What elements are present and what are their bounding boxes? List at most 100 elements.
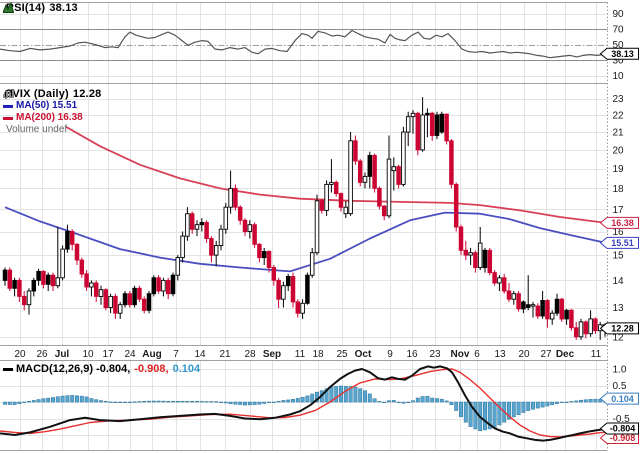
- macd-histogram-bar: [463, 401, 468, 423]
- macd-histogram-bar: [559, 401, 564, 403]
- candle-body: [31, 279, 37, 292]
- date-axis-label: 9: [387, 349, 393, 360]
- candle-body: [151, 277, 157, 295]
- macd-histogram-bar: [583, 399, 588, 403]
- candle-body: [257, 243, 262, 259]
- macd-histogram-bar: [545, 401, 550, 407]
- candle-body: [391, 166, 397, 172]
- macd-histogram-bar: [401, 401, 406, 404]
- macd-histogram-bar: [41, 398, 46, 403]
- candle-body: [108, 295, 113, 308]
- macd-histogram-bar: [190, 401, 195, 403]
- candle-body: [204, 222, 209, 239]
- candle-body: [17, 279, 22, 297]
- candle-body: [593, 318, 598, 332]
- candle-body: [434, 114, 440, 136]
- candle-body: [444, 113, 449, 142]
- macd-histogram-bar: [223, 401, 228, 404]
- macd-histogram-bar: [103, 401, 108, 403]
- date-axis-label: 24: [124, 349, 136, 360]
- macd-histogram-bar: [84, 396, 89, 403]
- candle-body: [329, 181, 334, 185]
- candle-body: [281, 285, 286, 300]
- macd-histogram-bar: [147, 400, 151, 403]
- candle-body: [521, 301, 526, 310]
- macd-histogram-bar: [3, 401, 7, 405]
- date-axis-label: 17: [102, 349, 114, 360]
- macd-histogram-bar: [27, 401, 31, 403]
- macd-histogram-bar: [70, 395, 75, 403]
- value-bubble-text: -0.908: [610, 433, 636, 443]
- candle-body: [386, 158, 392, 217]
- macd-histogram-bar: [377, 401, 382, 403]
- candle-body: [554, 298, 560, 314]
- rsi-axis-label: 10: [613, 71, 625, 82]
- candle-body: [36, 270, 41, 281]
- date-axis-label: 13: [494, 349, 506, 360]
- macd-histogram-bar: [521, 401, 526, 413]
- macd-histogram-bar: [425, 395, 430, 403]
- price-axis-label: 23: [613, 94, 625, 105]
- candle-body: [372, 154, 377, 189]
- macd-histogram-bar: [295, 398, 300, 403]
- macd-histogram-bar: [60, 395, 65, 403]
- macd-histogram-bar: [305, 395, 310, 403]
- date-axis-label: 25: [336, 349, 348, 360]
- candle-body: [367, 154, 373, 177]
- macd-histogram-bar: [420, 396, 425, 403]
- macd-histogram-bar: [46, 397, 51, 403]
- macd-histogram-bar: [439, 398, 444, 403]
- macd-histogram-bar: [334, 386, 339, 403]
- candle-body: [137, 287, 142, 300]
- candle-body: [482, 249, 488, 269]
- date-axis-label: 10: [82, 349, 94, 360]
- macd-axis-label: 1.0: [613, 365, 627, 376]
- candle-body: [65, 231, 70, 250]
- macd-histogram-bar: [262, 401, 267, 404]
- candle-body: [84, 273, 89, 288]
- date-axis-label: 20: [518, 349, 530, 360]
- macd-histogram-bar: [175, 401, 180, 403]
- macd-histogram-bar: [108, 401, 113, 403]
- candle-body: [242, 219, 248, 233]
- macd-histogram-bar: [199, 401, 204, 403]
- macd-histogram-bar: [195, 401, 199, 403]
- candle-body: [194, 224, 200, 230]
- macd-histogram-bar: [94, 399, 99, 403]
- candle-body: [569, 309, 574, 329]
- macd-histogram-bar: [540, 401, 545, 408]
- date-axis-label: 11: [591, 349, 602, 360]
- value-bubble-text: 16.38: [611, 218, 634, 228]
- candle-body: [487, 249, 493, 274]
- rsi-axis-label: 70: [613, 25, 625, 36]
- candle-body: [12, 279, 17, 289]
- macd-histogram-bar: [17, 401, 22, 404]
- macd-histogram-bar: [473, 401, 478, 430]
- macd-histogram-bar: [459, 401, 463, 418]
- candle-body: [180, 235, 185, 259]
- candle-body: [353, 140, 358, 162]
- macd-histogram-bar: [569, 401, 574, 403]
- macd-histogram-bar: [228, 401, 233, 404]
- candle-body: [141, 298, 147, 311]
- candle-body: [506, 290, 512, 300]
- candle-body: [357, 160, 363, 183]
- candle-body: [439, 113, 445, 133]
- macd-histogram-bar: [166, 401, 171, 403]
- candle-body: [314, 200, 320, 254]
- candle-body: [185, 213, 190, 237]
- value-bubble-text: 0.104: [611, 394, 634, 404]
- candle-body: [175, 257, 181, 276]
- price-axis-label: 20: [613, 145, 625, 156]
- price-axis-label: 17: [613, 205, 625, 216]
- candle-body: [45, 274, 51, 285]
- candle-body: [26, 290, 32, 306]
- candle-body: [377, 187, 382, 207]
- macd-histogram-bar: [454, 401, 459, 411]
- candle-body: [69, 231, 75, 245]
- date-axis-label: Sep: [263, 349, 281, 360]
- macd-histogram-bar: [161, 400, 166, 403]
- candle-body: [209, 238, 214, 256]
- price-axis-label: 22: [613, 111, 625, 122]
- candle-body: [583, 321, 589, 335]
